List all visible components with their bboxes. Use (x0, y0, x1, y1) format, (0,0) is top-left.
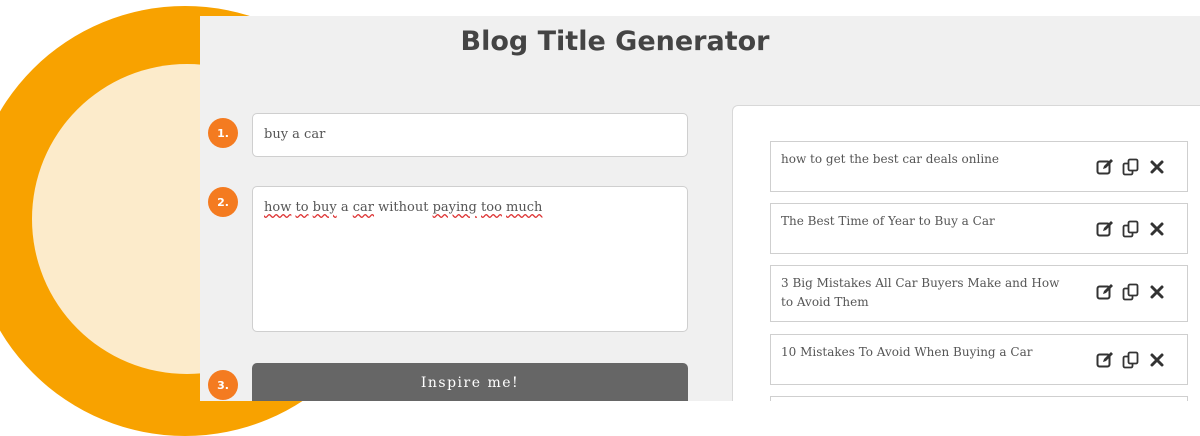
result-item: 3 Big Mistakes All Car Buyers Make and H… (770, 265, 1188, 322)
misspelled-word: much (506, 200, 543, 215)
misspelled-word: to (295, 200, 309, 215)
result-item: The Best Time of Year to Buy a Car (770, 203, 1188, 254)
delete-icon[interactable] (1147, 282, 1167, 302)
copy-icon[interactable] (1121, 350, 1141, 370)
keyword-input-value: buy a car (264, 127, 326, 142)
results-panel: how to get the best car deals online The … (732, 105, 1200, 401)
misspelled-word: paying (432, 200, 477, 215)
misspelled-word: car (352, 200, 375, 215)
result-actions (1095, 282, 1167, 302)
delete-icon[interactable] (1147, 350, 1167, 370)
result-title: 10 Mistakes To Avoid When Buying a Car (781, 345, 1033, 359)
step-badge-2: 2. (208, 187, 238, 217)
result-title: how to get the best car deals online (781, 152, 999, 166)
description-textarea-value: how to buy a car without paying too much (264, 200, 676, 215)
description-textarea[interactable]: how to buy a car without paying too much (252, 186, 688, 332)
result-actions (1095, 219, 1167, 239)
result-item: 10 Mistakes To Avoid When Buying a Car (770, 334, 1188, 385)
copy-icon[interactable] (1121, 219, 1141, 239)
result-item (770, 396, 1188, 401)
delete-icon[interactable] (1147, 157, 1167, 177)
inspire-me-button[interactable]: Inspire me! (252, 363, 688, 401)
edit-icon[interactable] (1095, 219, 1115, 239)
result-actions (1095, 157, 1167, 177)
misspelled-word: too (481, 200, 502, 215)
misspelled-word: how (264, 200, 292, 215)
delete-icon[interactable] (1147, 219, 1167, 239)
page-title: Blog Title Generator (460, 26, 770, 57)
keyword-input[interactable]: buy a car (252, 113, 688, 157)
generator-panel: Blog Title Generator 1. buy a car 2. how… (200, 16, 1200, 401)
result-actions (1095, 350, 1167, 370)
result-title: 3 Big Mistakes All Car Buyers Make and H… (781, 276, 1060, 309)
edit-icon[interactable] (1095, 350, 1115, 370)
copy-icon[interactable] (1121, 157, 1141, 177)
edit-icon[interactable] (1095, 157, 1115, 177)
step-badge-1: 1. (208, 118, 238, 148)
copy-icon[interactable] (1121, 282, 1141, 302)
text-fragment: a (340, 200, 349, 215)
step-badge-3: 3. (208, 370, 238, 400)
result-title: The Best Time of Year to Buy a Car (781, 214, 995, 228)
misspelled-word: buy (312, 200, 337, 215)
text-fragment: without (374, 200, 433, 215)
edit-icon[interactable] (1095, 282, 1115, 302)
result-item: how to get the best car deals online (770, 141, 1188, 192)
